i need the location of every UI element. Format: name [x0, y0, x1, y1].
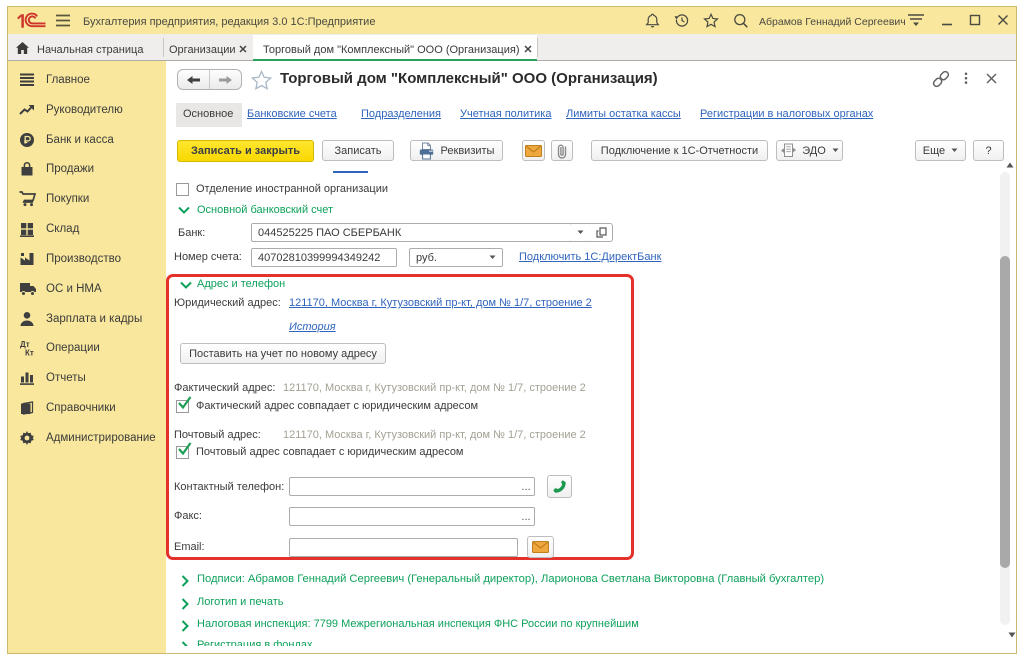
svg-text:Кт: Кт — [25, 349, 34, 357]
